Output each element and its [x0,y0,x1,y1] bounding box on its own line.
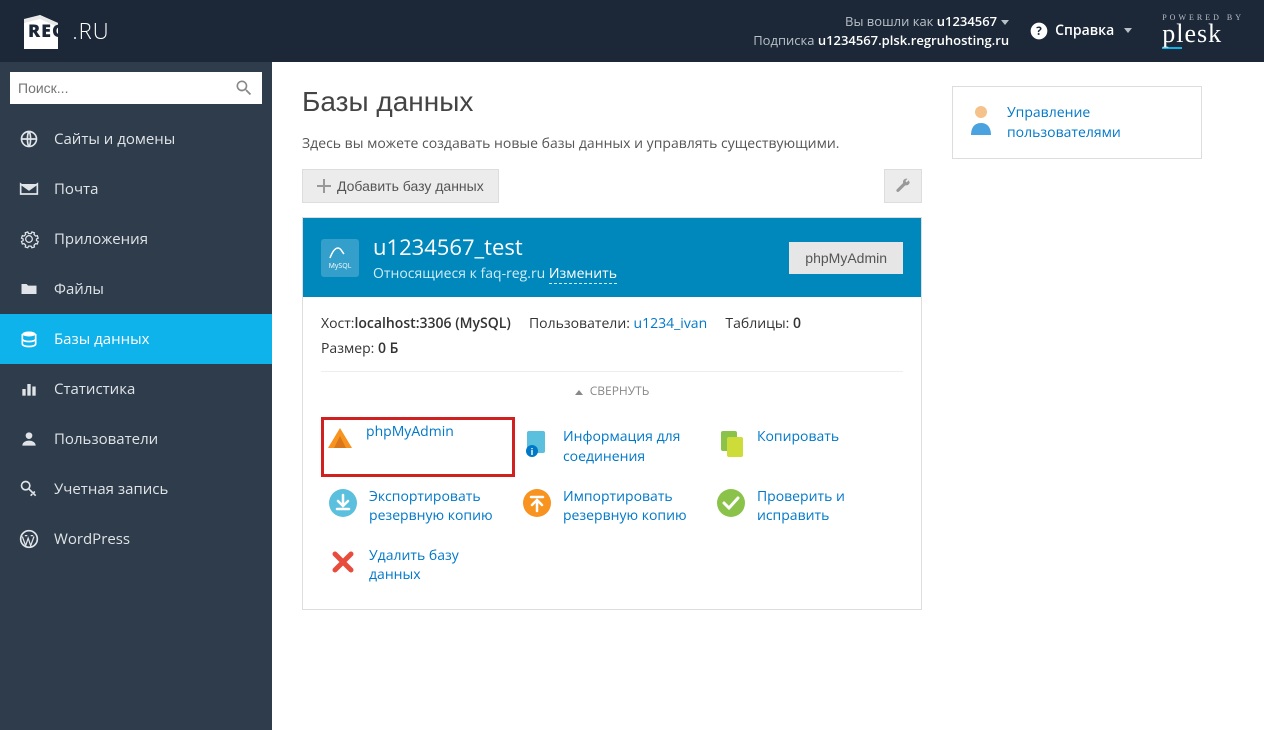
action-delete[interactable]: Удалить базу данных [321,536,515,595]
plesk-logo: POWERED BY plesk [1162,13,1244,49]
user-avatar-icon [967,103,995,131]
action-connection-info[interactable]: i Информация для соединения [515,417,709,476]
database-related: Относящиеся к faq-reg.ru Изменить [373,264,789,283]
sidebar-item-account[interactable]: Учетная запись [0,464,272,514]
action-phpmyadmin[interactable]: phpMyAdmin [321,417,515,476]
delete-icon [327,546,359,578]
sidebar-item-users[interactable]: Пользователи [0,414,272,464]
help-dropdown[interactable]: ? Справка [1029,21,1132,41]
phpmyadmin-icon [324,422,356,454]
globe-icon [18,128,40,150]
sidebar-item-label: Учетная запись [54,479,168,499]
sidebar: Сайты и домены Почта Приложения Файлы Ба… [0,62,272,730]
check-icon [715,487,747,519]
sidebar-item-label: WordPress [54,529,130,549]
search-input[interactable] [18,80,234,96]
wordpress-icon [18,528,40,550]
subscription-value: u1234567.plsk.regruhosting.ru [818,31,1009,49]
header-user-info: Вы вошли как u1234567 Подписка u1234567.… [110,12,1030,51]
toolbar: Добавить базу данных [302,169,922,203]
collapse-toggle[interactable]: СВЕРНУТЬ [321,371,903,409]
sidebar-item-wordpress[interactable]: WordPress [0,514,272,564]
sidebar-item-files[interactable]: Файлы [0,264,272,314]
sidebar-item-databases[interactable]: Базы данных [0,314,272,364]
folder-icon [18,278,40,300]
mail-icon [18,178,40,200]
add-database-button[interactable]: Добавить базу данных [302,169,499,203]
search-box[interactable] [10,72,262,104]
change-link[interactable]: Изменить [549,264,617,284]
database-name: u1234567_test [373,232,789,262]
sidebar-item-apps[interactable]: Приложения [0,214,272,264]
info-icon: i [521,427,553,459]
add-database-label: Добавить базу данных [337,178,484,194]
sidebar-item-label: Приложения [54,229,148,249]
sidebar-item-label: Статистика [54,379,135,399]
wrench-icon [895,177,911,195]
database-card: MySQL u1234567_test Относящиеся к faq-re… [302,217,922,610]
action-copy[interactable]: Копировать [709,417,903,476]
logged-in-label: Вы вошли как [845,12,933,30]
chevron-up-icon [575,390,583,395]
user-management-link[interactable]: Управление пользователями [967,103,1187,142]
sidebar-item-label: Пользователи [54,429,158,449]
header: REG .RU Вы вошли как u1234567 Подписка u… [0,0,1264,62]
sidebar-item-label: Сайты и домены [54,129,175,149]
sidebar-item-label: Файлы [54,279,104,299]
phpmyadmin-button[interactable]: phpMyAdmin [789,242,903,274]
action-check[interactable]: Проверить и исправить [709,477,903,536]
plus-icon [317,179,331,193]
settings-button[interactable] [884,169,922,203]
database-card-header: MySQL u1234567_test Относящиеся к faq-re… [303,218,921,297]
database-meta: Хост:localhost:3306 (MySQL) Пользователи… [321,311,903,361]
page-description: Здесь вы можете создавать новые базы дан… [302,134,922,153]
stats-icon [18,378,40,400]
action-import[interactable]: Импортировать резервную копию [515,477,709,536]
sidebar-item-stats[interactable]: Статистика [0,364,272,414]
download-icon [327,487,359,519]
sidebar-item-label: Почта [54,179,98,199]
page-title: Базы данных [302,86,922,118]
key-icon [18,478,40,500]
sidebar-item-sites[interactable]: Сайты и домены [0,114,272,164]
chevron-down-icon [1001,20,1009,25]
chevron-down-icon [1124,28,1132,33]
copy-icon [715,427,747,459]
username-dropdown[interactable]: u1234567 [937,12,1009,30]
subscription-label: Подписка [753,31,814,49]
help-icon: ? [1029,21,1049,41]
upload-icon [521,487,553,519]
sidebar-item-mail[interactable]: Почта [0,164,272,214]
db-user-link[interactable]: u1234_ivan [634,314,708,333]
action-grid: phpMyAdmin i Информация для соединения [321,409,903,595]
side-panel: Управление пользователями [952,86,1202,159]
database-icon [18,328,40,350]
svg-text:?: ? [1036,24,1042,39]
mysql-icon: MySQL [321,239,359,277]
svg-text:i: i [531,445,534,458]
sidebar-item-label: Базы данных [54,329,150,349]
gear-icon [18,228,40,250]
action-export[interactable]: Экспортировать резервную копию [321,477,515,536]
logo[interactable]: REG .RU [20,9,110,53]
search-icon [234,78,254,98]
user-icon [18,428,40,450]
